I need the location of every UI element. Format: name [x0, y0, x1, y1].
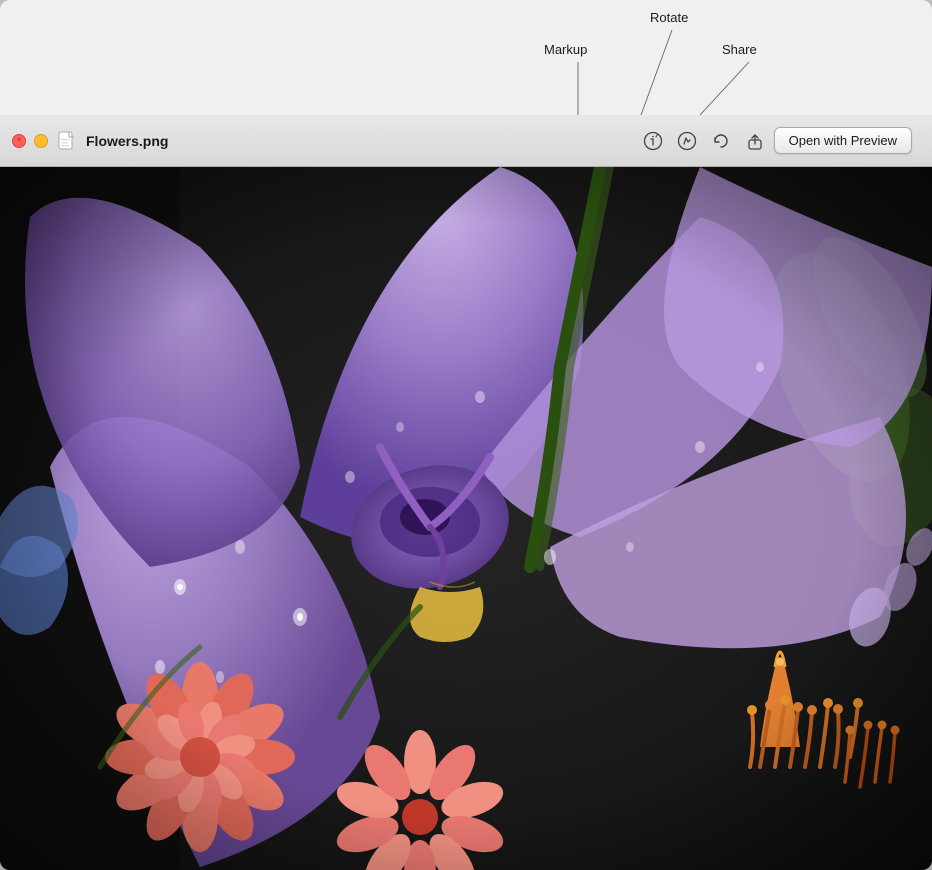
share-icon: [745, 131, 765, 151]
quick-look-window: Markup Rotate Share Flowers.png: [0, 0, 932, 870]
close-button[interactable]: [12, 134, 26, 148]
toolbar-icons: Open with Preview: [638, 126, 912, 156]
titlebar: Flowers.png: [0, 115, 932, 167]
image-area: [0, 167, 932, 870]
tooltip-area: Markup Rotate Share: [0, 0, 932, 115]
minimize-button[interactable]: [34, 134, 48, 148]
open-with-preview-button[interactable]: Open with Preview: [774, 127, 912, 154]
markup-tooltip: Markup: [544, 42, 587, 57]
markup-icon: [677, 131, 697, 151]
share-button[interactable]: [740, 126, 770, 156]
traffic-lights: [12, 134, 48, 148]
info-button[interactable]: [638, 126, 668, 156]
rotate-icon: [711, 131, 731, 151]
rotate-tooltip: Rotate: [650, 10, 688, 25]
pointer-lines: [0, 0, 932, 115]
rotate-button[interactable]: [706, 126, 736, 156]
window-title: Flowers.png: [86, 133, 168, 149]
flower-image: [0, 167, 932, 870]
share-tooltip: Share: [722, 42, 757, 57]
file-icon: [58, 131, 76, 151]
info-icon: [643, 131, 663, 151]
markup-button[interactable]: [672, 126, 702, 156]
